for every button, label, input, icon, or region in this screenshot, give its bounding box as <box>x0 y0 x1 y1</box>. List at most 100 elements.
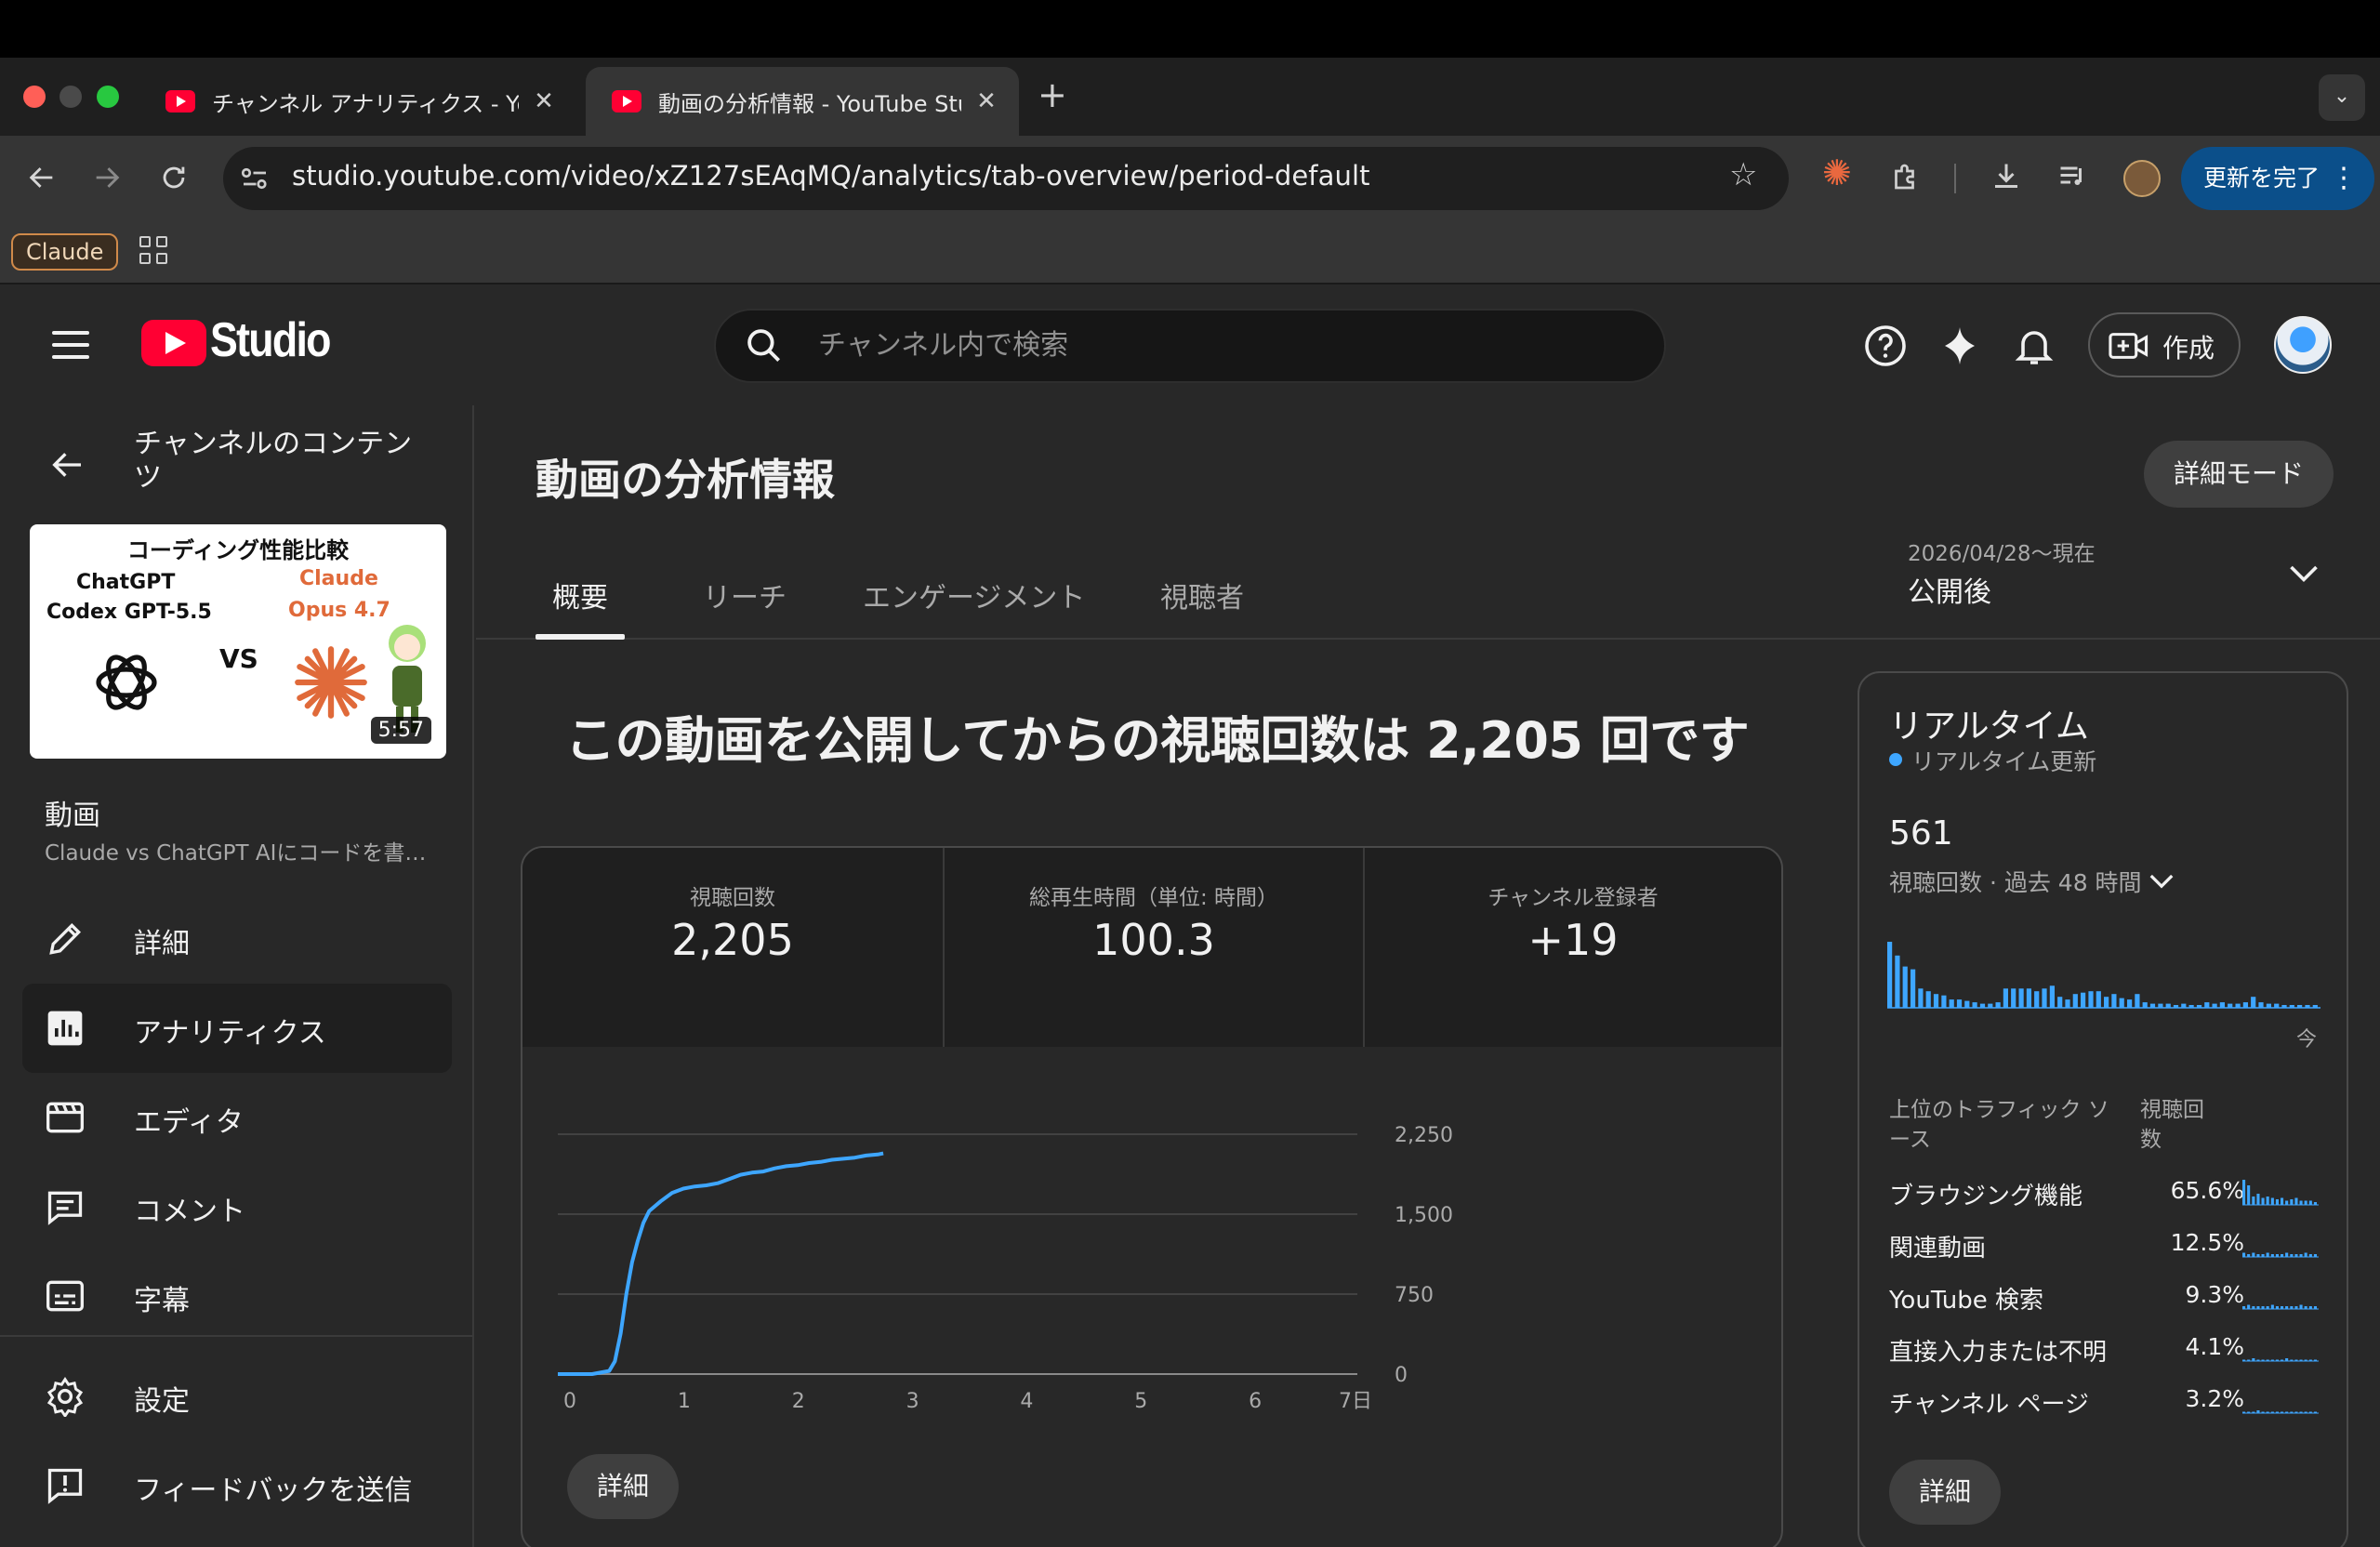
metric-subscribers[interactable]: チャンネル登録者 +19 <box>1363 848 1781 1047</box>
thumbnail-right-label-1: Claude <box>299 567 378 590</box>
video-thumbnail[interactable]: コーディング性能比較 ChatGPT Codex GPT-5.5 Claude … <box>30 524 446 759</box>
sidebar-item-editor[interactable]: エディタ <box>22 1073 452 1162</box>
sparkline-bar <box>2242 1180 2246 1205</box>
realtime-bar <box>2034 991 2040 1008</box>
browser-tab-video-analytics[interactable]: 動画の分析情報 - YouTube Studio ✕ <box>586 67 1019 136</box>
advanced-mode-button[interactable]: 詳細モード <box>2144 441 2334 508</box>
search-input[interactable] <box>818 324 1636 366</box>
studio-logo-text[interactable]: Studio <box>210 312 332 368</box>
chart-x-tick-label: 2 <box>792 1390 805 1413</box>
date-range[interactable]: 2026/04/28～現在 <box>1908 536 2096 567</box>
new-tab-plus-icon[interactable]: + <box>1038 74 1067 115</box>
sidebar-item-label: 詳細 <box>134 928 190 960</box>
sparkline-bar <box>2281 1197 2284 1205</box>
metric-value: +19 <box>1527 915 1619 965</box>
metric-views[interactable]: 視聴回数 2,205 <box>522 848 943 1047</box>
views-line-chart[interactable]: 0 750 1,500 2,250 0 1 2 3 4 5 6 7日 <box>558 1116 1711 1413</box>
window-minimize-button[interactable] <box>60 86 82 108</box>
chart-x-tick-label: 6 <box>1249 1390 1262 1413</box>
realtime-count-label[interactable]: 視聴回数 · 過去 48 時間 <box>1889 865 2142 898</box>
tab-reach[interactable]: リーチ <box>703 575 787 615</box>
traffic-row[interactable]: 関連動画 12.5% <box>1889 1220 2326 1272</box>
site-settings-icon[interactable] <box>238 162 271 195</box>
chevron-down-icon[interactable] <box>2148 870 2175 891</box>
realtime-bar <box>2104 997 2109 1008</box>
tab-close-icon[interactable]: ✕ <box>532 87 556 115</box>
sparkle-icon[interactable] <box>1937 324 1982 368</box>
window-zoom-button[interactable] <box>97 86 119 108</box>
sidebar-divider <box>0 1335 474 1337</box>
chevron-down-icon[interactable] <box>2287 562 2320 584</box>
tab-engagement[interactable]: エンゲージメント <box>863 575 1085 615</box>
extensions-puzzle-icon[interactable] <box>1889 160 1923 193</box>
tab-audience[interactable]: 視聴者 <box>1160 575 1244 615</box>
sidebar-item-feedback[interactable]: フィードバックを送信 <box>22 1441 452 1530</box>
sparkline-bar <box>2261 1359 2265 1361</box>
help-icon[interactable] <box>1863 324 1908 368</box>
sidebar-item-comments[interactable]: コメント <box>22 1162 452 1251</box>
sparkline-bar <box>2294 1411 2298 1413</box>
gear-icon <box>46 1377 84 1417</box>
tab-overview[interactable]: 概要 <box>552 575 608 615</box>
claude-extension-icon[interactable]: ✺ <box>1822 152 1852 193</box>
sparkline-bar <box>2304 1252 2307 1257</box>
metric-watch-time[interactable]: 総再生時間（単位: 時間） 100.3 <box>943 848 1363 1047</box>
user-avatar[interactable] <box>2274 316 2332 374</box>
sparkline-bar <box>2308 1411 2312 1413</box>
chart-y-tick-label: 750 <box>1395 1284 1434 1307</box>
forward-arrow-icon[interactable] <box>91 162 123 193</box>
sidebar-item-subtitles[interactable]: 字幕 <box>22 1251 452 1341</box>
sparkline-bar <box>2281 1359 2284 1361</box>
sparkline-bar <box>2285 1411 2289 1413</box>
video-title: Claude vs ChatGPT AIにコードを書… <box>45 841 427 866</box>
traffic-row[interactable]: チャンネル ページ 3.2% <box>1889 1376 2326 1428</box>
create-button[interactable]: 作成 <box>2088 312 2241 377</box>
window-close-button[interactable] <box>23 86 46 108</box>
search-icon[interactable] <box>744 325 783 364</box>
sparkline-bar <box>2242 1411 2246 1413</box>
sparkline-bar <box>2308 1254 2312 1257</box>
download-icon[interactable] <box>1990 160 2023 193</box>
youtube-favicon-icon <box>165 90 195 112</box>
sidebar-item-settings[interactable]: 設定 <box>22 1352 452 1441</box>
traffic-row[interactable]: 直接入力または不明 4.1% <box>1889 1324 2326 1376</box>
sparkline-bar <box>2270 1411 2274 1413</box>
notifications-bell-icon[interactable] <box>2012 324 2056 368</box>
sparkline-bar <box>2275 1359 2279 1361</box>
bookmark-claude[interactable]: Claude <box>11 233 119 271</box>
browser-tab-channel-analytics[interactable]: チャンネル アナリティクス - YouTube Studio ✕ <box>139 67 576 136</box>
realtime-bar <box>2127 999 2133 1008</box>
sparkline-bar <box>2270 1304 2274 1309</box>
sparkline-bar <box>2261 1254 2265 1257</box>
realtime-bar <box>1925 991 1931 1008</box>
sparkline-bar <box>2247 1185 2251 1205</box>
date-period-label[interactable]: 公開後 <box>1908 569 1991 610</box>
traffic-source-name: YouTube 検索 <box>1889 1287 2043 1315</box>
realtime-bar-chart[interactable] <box>1887 930 2320 1013</box>
chart-y-tick-label: 1,500 <box>1395 1204 1453 1227</box>
apps-grid-icon[interactable] <box>139 236 169 266</box>
traffic-row[interactable]: ブラウジング機能 65.6% <box>1889 1168 2326 1220</box>
url-text[interactable]: studio.youtube.com/video/xZ127sEAqMQ/ana… <box>292 160 1370 192</box>
media-queue-icon[interactable] <box>2056 160 2090 193</box>
finish-update-button[interactable]: 更新を完了 ⋮ <box>2181 147 2374 210</box>
tab-search-chevron-icon[interactable]: ⌄ <box>2319 74 2365 121</box>
bookmark-star-icon[interactable]: ☆ <box>1729 156 1757 193</box>
youtube-logo-icon[interactable] <box>141 320 206 366</box>
details-button[interactable]: 詳細 <box>567 1454 679 1519</box>
traffic-row[interactable]: YouTube 検索 9.3% <box>1889 1272 2326 1324</box>
sidebar-item-details[interactable]: 詳細 <box>22 894 452 984</box>
realtime-details-button[interactable]: 詳細 <box>1889 1460 2001 1525</box>
traffic-source-percent: 65.6% <box>2170 1177 2244 1204</box>
tab-close-icon[interactable]: ✕ <box>974 87 998 115</box>
menu-hamburger-icon[interactable] <box>52 331 89 359</box>
sparkline-bar <box>2242 1306 2246 1309</box>
sparkline-bar <box>2299 1411 2303 1413</box>
reload-icon[interactable] <box>158 162 190 193</box>
back-arrow-icon[interactable] <box>46 446 87 483</box>
back-arrow-icon[interactable] <box>26 162 58 193</box>
channel-content-link[interactable]: チャンネルのコンテンツ <box>134 428 431 495</box>
profile-avatar-icon[interactable] <box>2123 160 2161 197</box>
more-vert-icon[interactable]: ⋮ <box>2330 147 2358 210</box>
sidebar-item-analytics[interactable]: アナリティクス <box>22 984 452 1073</box>
